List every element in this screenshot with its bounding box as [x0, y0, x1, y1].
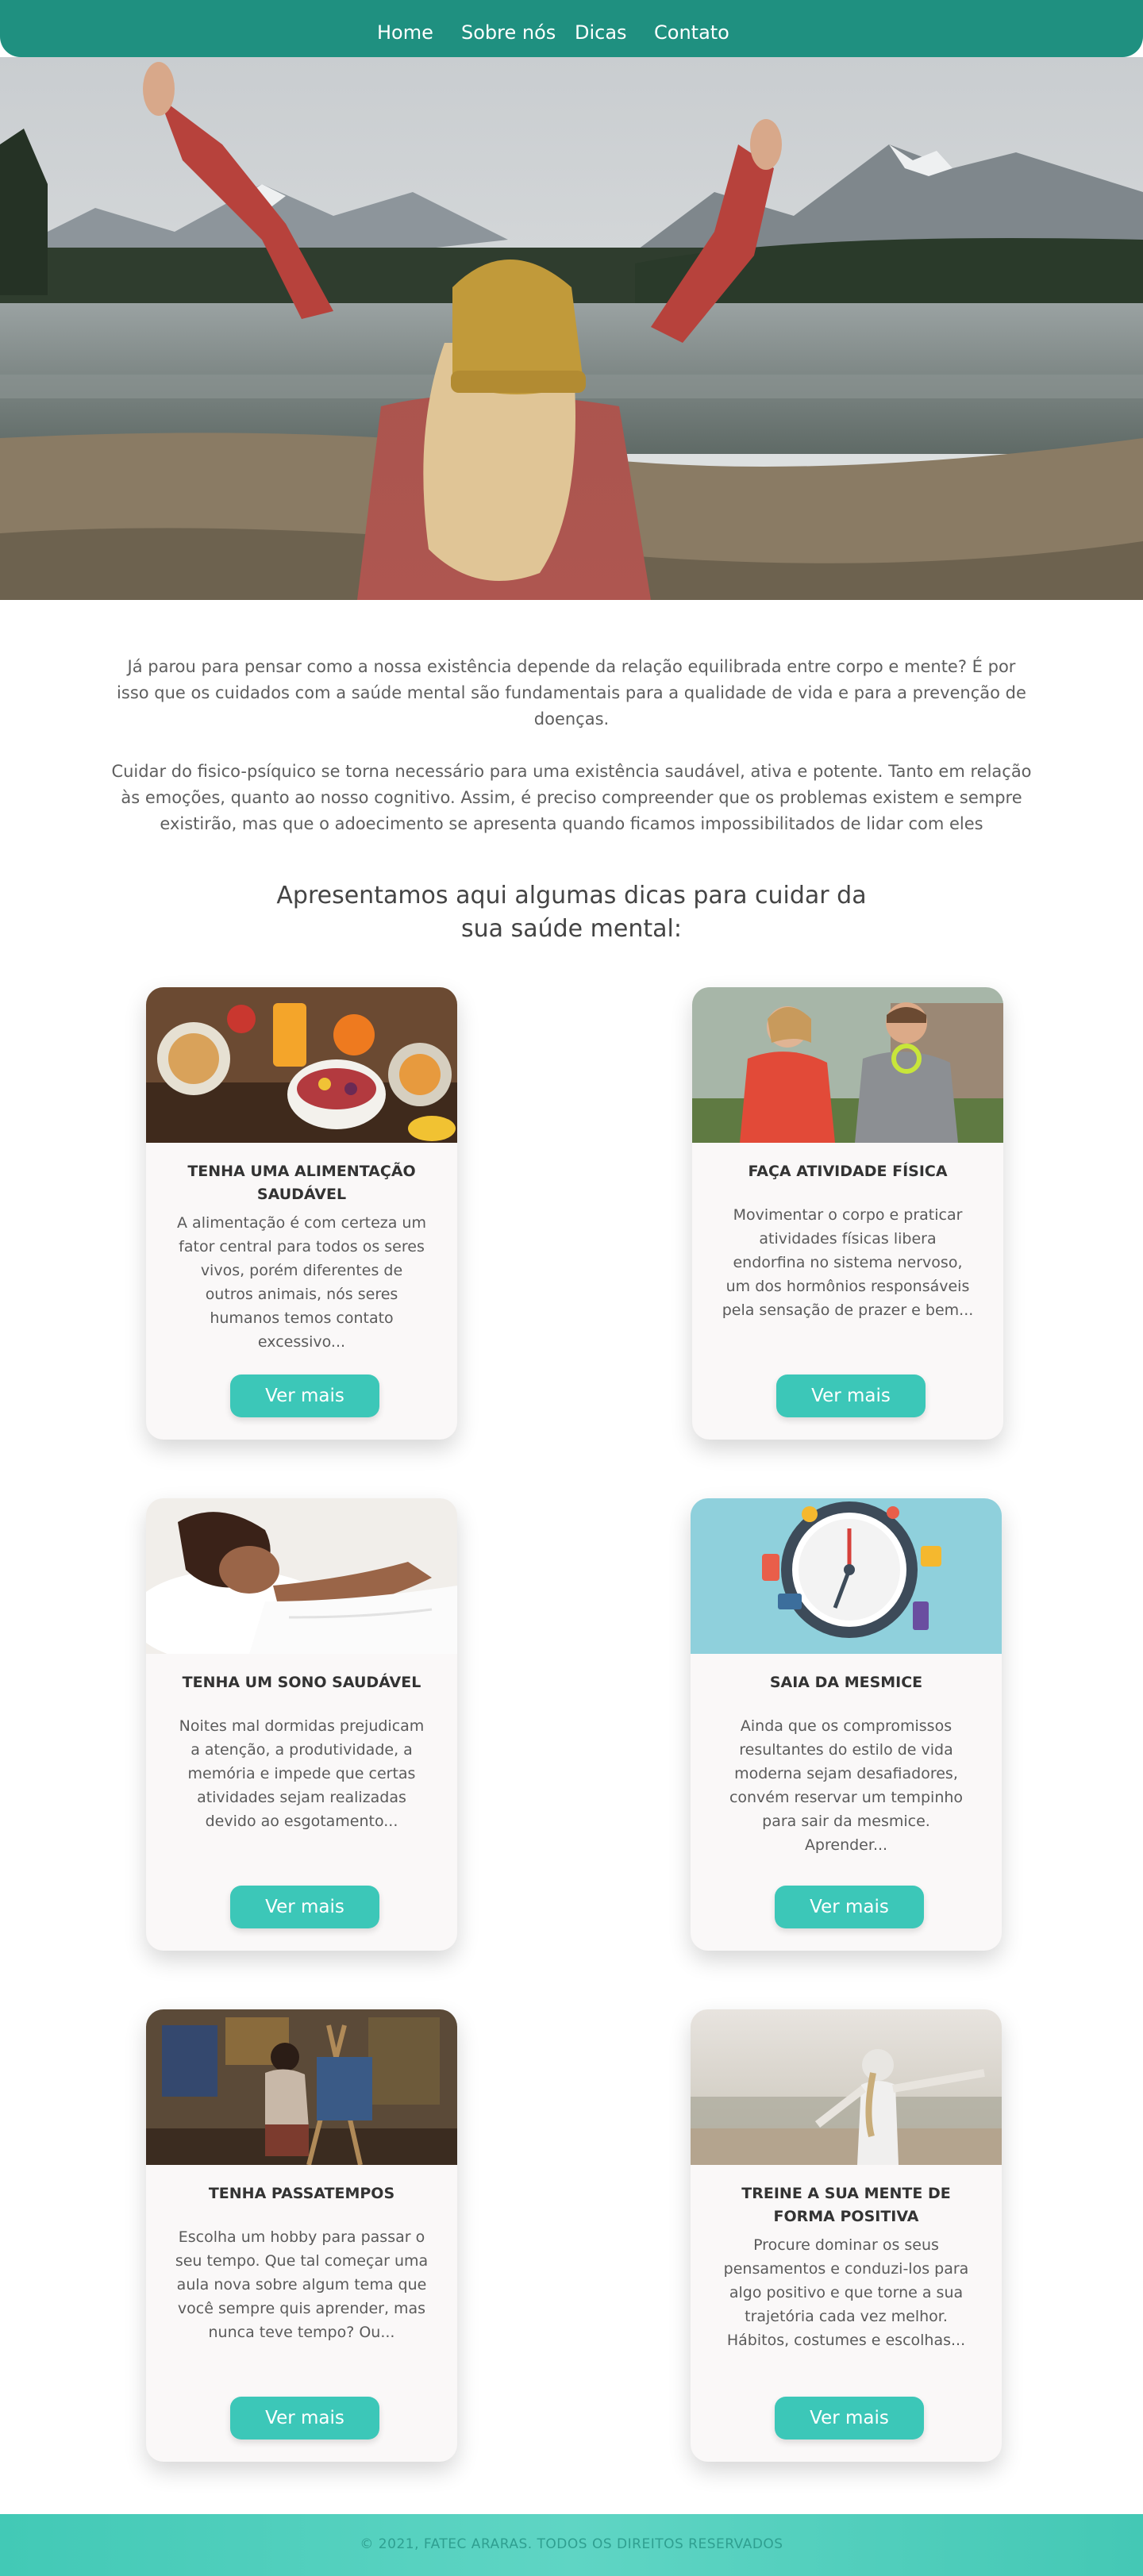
intro-paragraph-1: Já parou para pensar como a nossa existê…	[117, 657, 1026, 729]
ver-mais-button[interactable]: Ver mais	[775, 2397, 924, 2440]
tip-card-hobbies: TENHA PASSATEMPOS Escolha um hobby para …	[146, 2009, 457, 2462]
card-image-positive	[691, 2009, 1002, 2165]
card-image-food	[146, 987, 457, 1143]
card-text: Movimentar o corpo e praticar atividades…	[722, 1206, 974, 1319]
tip-card-sleep: TENHA UM SONO SAUDÁVEL Noites mal dormid…	[146, 1498, 457, 1951]
tip-card-positive-mind: TREINE A SUA MENTE DE FORMA POSITIVA Pro…	[691, 2009, 1002, 2462]
page-footer: © 2021, FATEC ARARAS. TODOS OS DIREITOS …	[0, 2514, 1143, 2576]
tips-subtitle: Apresentamos aqui algumas dicas para cui…	[276, 882, 867, 943]
card-title: TENHA UM SONO SAUDÁVEL	[182, 1674, 421, 1691]
nav-link-home[interactable]: Home	[377, 21, 433, 44]
card-image-sleep	[146, 1498, 457, 1654]
card-image-painting	[146, 2009, 457, 2165]
tip-card-food: TENHA UMA ALIMENTAÇÃO SAUDÁVEL A aliment…	[146, 987, 457, 1440]
ver-mais-button[interactable]: Ver mais	[776, 1375, 926, 1417]
card-title: FAÇA ATIVIDADE FÍSICA	[748, 1163, 948, 1180]
ver-mais-button[interactable]: Ver mais	[230, 2397, 379, 2440]
card-text: A alimentação é com certeza um fator cen…	[177, 1214, 426, 1351]
card-text: Noites mal dormidas prejudicam a atenção…	[179, 1717, 425, 1830]
nav-link-about[interactable]: Sobre nós	[461, 21, 556, 44]
card-text: Procure dominar os seus pensamentos e co…	[723, 2236, 969, 2349]
hero-image	[0, 57, 1143, 600]
top-navbar: Home Sobre nós Dicas Contato	[0, 0, 1143, 57]
intro-paragraph-2: Cuidar do fisico-psíquico se torna neces…	[111, 762, 1032, 833]
footer-copyright: © 2021, FATEC ARARAS. TODOS OS DIREITOS …	[360, 2536, 783, 2552]
nav-link-contact[interactable]: Contato	[654, 21, 729, 44]
tip-card-exercise: FAÇA ATIVIDADE FÍSICA Movimentar o corpo…	[692, 987, 1003, 1440]
ver-mais-button[interactable]: Ver mais	[230, 1886, 379, 1928]
ver-mais-button[interactable]: Ver mais	[775, 1886, 924, 1928]
card-text: Ainda que os compromissos resultantes do…	[729, 1717, 964, 1854]
tip-card-routine: SAIA DA MESMICE Ainda que os compromisso…	[691, 1498, 1002, 1951]
card-title: SAIA DA MESMICE	[769, 1674, 923, 1691]
card-title: TREINE A SUA MENTE DE FORMA POSITIVA	[741, 2185, 951, 2225]
card-title: TENHA PASSATEMPOS	[208, 2185, 395, 2202]
ver-mais-button[interactable]: Ver mais	[230, 1375, 379, 1417]
card-title: TENHA UMA ALIMENTAÇÃO SAUDÁVEL	[187, 1163, 416, 1203]
card-image-exercise	[692, 987, 1003, 1143]
card-text: Escolha um hobby para passar o seu tempo…	[175, 2228, 429, 2341]
nav-link-tips[interactable]: Dicas	[575, 21, 627, 44]
card-image-clock	[691, 1498, 1002, 1654]
